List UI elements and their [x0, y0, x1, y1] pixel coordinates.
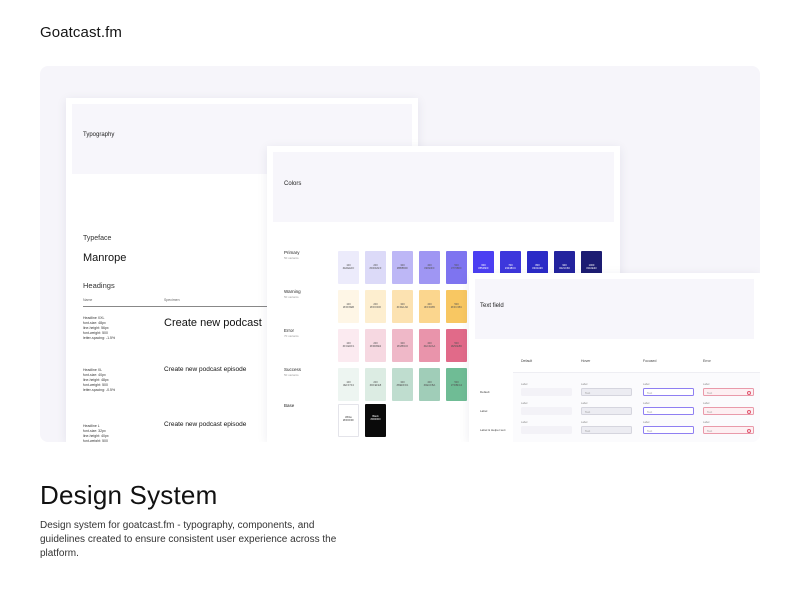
variant-row-label: Label & Helper text	[480, 428, 506, 432]
field-label: Label	[703, 421, 710, 424]
color-swatch[interactable]: 100 #EFF7F4	[338, 368, 359, 401]
text-field-card-header	[475, 279, 754, 339]
color-group-label: Error	[284, 328, 294, 333]
color-swatch[interactable]: 400 #FFD285	[419, 290, 440, 323]
color-swatch[interactable]: 200 #FFF0D6	[365, 290, 386, 323]
colors-card-header	[273, 152, 614, 222]
input-value: Text	[647, 429, 653, 433]
field-label: Label	[643, 383, 650, 386]
color-swatch[interactable]: Black #000000	[365, 404, 386, 437]
typeface-name: Manrope	[83, 252, 127, 264]
text-input-sample[interactable]: Text	[703, 426, 754, 434]
text-input-sample[interactable]	[521, 426, 572, 434]
typography-title: Typography	[83, 132, 115, 138]
color-swatch[interactable]: 500 #7DBFA3	[446, 368, 467, 401]
field-label: Label	[703, 402, 710, 405]
input-value: Text	[647, 410, 653, 414]
colors-title: Colors	[284, 181, 302, 187]
input-value: Text	[707, 410, 713, 414]
error-icon	[747, 390, 751, 395]
color-swatch[interactable]: 200 #DDDAFF	[365, 251, 386, 284]
color-swatch[interactable]: 300 #F2B6C6	[392, 329, 413, 362]
heading-row-name: Headline L font-size: 32px line-height: …	[83, 424, 109, 442]
text-input-sample[interactable]: Text	[581, 407, 632, 415]
column-header-name: Name	[83, 298, 93, 302]
headings-label: Headings	[83, 281, 115, 290]
input-value: Text	[585, 429, 591, 433]
color-group-count: 70 variants	[284, 334, 299, 338]
text-input-sample[interactable]: Text	[703, 407, 754, 415]
color-swatch[interactable]: 200 #F9DBE3	[365, 329, 386, 362]
input-value: Text	[707, 429, 713, 433]
text-input-sample[interactable]: Text	[581, 426, 632, 434]
state-column-header: Error	[703, 359, 711, 363]
field-label: Label	[581, 402, 588, 405]
hero-preview: Typography Typeface Manrope Headings Nam…	[40, 66, 760, 442]
color-swatch[interactable]: 100 #EFEEFF	[338, 251, 359, 284]
color-group-label: Primary	[284, 250, 300, 255]
input-value: Text	[585, 391, 591, 395]
input-value: Text	[707, 391, 713, 395]
color-swatch[interactable]: 300 #FFE1AD	[392, 290, 413, 323]
color-group-count: 50 variants	[284, 373, 299, 377]
field-label: Label	[521, 421, 528, 424]
color-group-count: 50 variants	[284, 256, 299, 260]
color-group-label: Warning	[284, 289, 301, 294]
field-label: Label	[521, 383, 528, 386]
state-column-header: Hover	[581, 359, 591, 363]
color-swatch[interactable]: 200 #DFEFE8	[365, 368, 386, 401]
color-swatch[interactable]: 500 #FFC35C	[446, 290, 467, 323]
heading-row-name: Headline XL font-size: 40px line-height:…	[83, 368, 116, 392]
text-input-sample[interactable]: Text	[643, 407, 694, 415]
state-column-header: Default	[521, 359, 533, 363]
heading-row-name: Headline XXL font-size: 48px line-height…	[83, 316, 116, 340]
error-icon	[747, 428, 751, 433]
color-swatch[interactable]: 100 #FFF8EB	[338, 290, 359, 323]
field-label: Label	[581, 383, 588, 386]
page-description: Design system for goatcast.fm - typograp…	[40, 520, 337, 559]
input-value: Text	[647, 391, 653, 395]
heading-row-specimen: Create new podcast episode	[164, 421, 247, 428]
text-field-title: Text field	[480, 303, 504, 309]
text-input-sample[interactable]: Text	[643, 388, 694, 396]
brand-logo[interactable]: Goatcast.fm	[40, 24, 122, 41]
color-swatch[interactable]: 400 #EC92AA	[419, 329, 440, 362]
input-value: Text	[585, 410, 591, 414]
color-swatch[interactable]: 500 #E56E8D	[446, 329, 467, 362]
color-group-label: Success	[284, 367, 302, 372]
text-input-sample[interactable]	[521, 388, 572, 396]
color-swatch[interactable]: 400 #9990FF	[419, 251, 440, 284]
color-group-label: Base	[284, 403, 295, 408]
color-swatch[interactable]: 300 #BBB5FF	[392, 251, 413, 284]
color-swatch[interactable]: 300 #BEDFD1	[392, 368, 413, 401]
field-label: Label	[643, 421, 650, 424]
typeface-label: Typeface	[83, 235, 112, 242]
page-title: Design System	[40, 480, 218, 510]
field-label: Label	[521, 402, 528, 405]
field-label: Label	[703, 383, 710, 386]
field-label: Label	[581, 421, 588, 424]
text-input-sample[interactable]	[521, 407, 572, 415]
text-field-card: Text field Default Hover Focused Error Defau…	[469, 273, 760, 442]
field-label: Label	[643, 402, 650, 405]
color-swatch[interactable]: 100 #FCEDF1	[338, 329, 359, 362]
color-group-count: 50 variants	[284, 295, 299, 299]
column-header-specimen: Specimen	[164, 298, 180, 302]
text-input-sample[interactable]: Text	[703, 388, 754, 396]
text-input-sample[interactable]: Text	[643, 426, 694, 434]
variant-row-label: Default	[480, 390, 490, 394]
heading-row-specimen: Create new podcast episode	[164, 366, 247, 373]
heading-row-specimen: Create new podcast	[164, 317, 262, 329]
error-icon	[747, 409, 751, 414]
variant-row-label: Label	[480, 409, 488, 413]
color-swatch[interactable]: White #FFFFFF	[338, 404, 359, 437]
color-swatch[interactable]: 500 #776BFF	[446, 251, 467, 284]
state-column-header: Focused	[643, 359, 657, 363]
text-input-sample[interactable]: Text	[581, 388, 632, 396]
color-swatch[interactable]: 400 #9ECFBA	[419, 368, 440, 401]
